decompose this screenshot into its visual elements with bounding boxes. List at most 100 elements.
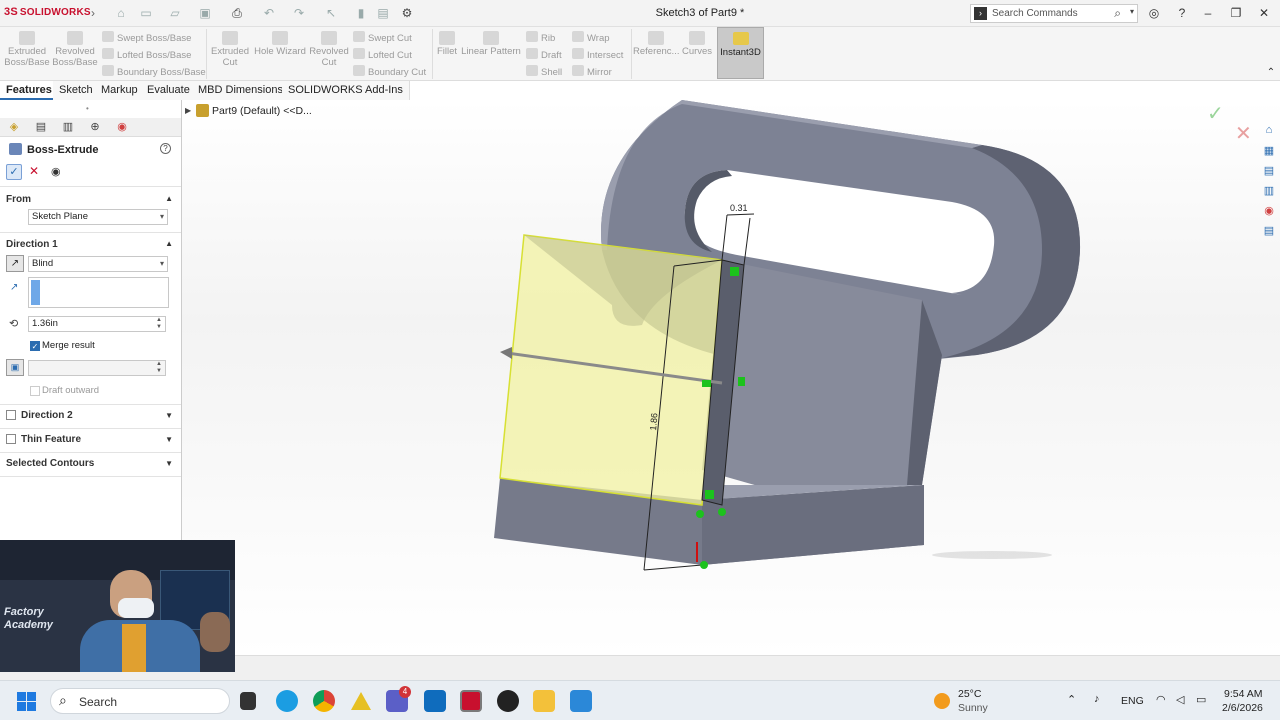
clock-date[interactable]: 2/6/2026: [1222, 702, 1263, 714]
draft-toggle-icon[interactable]: ▣: [6, 359, 24, 376]
expand-arrow-icon[interactable]: ▼: [165, 459, 173, 468]
tab-add-ins[interactable]: SOLIDWORKS Add-Ins: [282, 81, 410, 100]
spinner-icon[interactable]: ▲ ▼: [156, 317, 162, 331]
dimension-top-label[interactable]: 0.31: [730, 203, 748, 213]
task-view-icon[interactable]: [240, 692, 256, 710]
direction-selection-box[interactable]: [28, 277, 169, 308]
solidworks-taskbar-icon[interactable]: [460, 690, 482, 712]
volume-icon[interactable]: ◁: [1176, 693, 1184, 706]
reverse-direction-icon[interactable]: ↗: [6, 255, 24, 272]
direction2-checkbox[interactable]: [6, 410, 16, 420]
sketch-handle[interactable]: [738, 377, 745, 386]
boundary-cut-button[interactable]: Boundary Cut: [353, 65, 426, 78]
microphone-icon[interactable]: ♪: [1094, 693, 1100, 705]
shell-button[interactable]: Shell: [526, 65, 562, 78]
photos-icon[interactable]: [570, 690, 592, 712]
lofted-cut-button[interactable]: Lofted Cut: [353, 48, 412, 61]
chevron-down-icon[interactable]: ▾: [1130, 7, 1134, 16]
spinner-icon[interactable]: ▲ ▼: [156, 361, 162, 375]
home-icon[interactable]: ⌂: [112, 5, 130, 21]
wifi-icon[interactable]: ◠: [1156, 693, 1166, 706]
input-language[interactable]: ENG: [1121, 695, 1144, 707]
draft-button[interactable]: Draft: [526, 48, 562, 61]
undo-icon[interactable]: ↶: [260, 5, 278, 21]
display-manager-icon[interactable]: ◉: [113, 120, 131, 135]
tab-markup[interactable]: Markup: [95, 81, 145, 100]
expand-arrow-icon[interactable]: ▼: [165, 435, 173, 444]
boundary-boss-button[interactable]: Boundary Boss/Base: [102, 65, 206, 78]
taskbar-search-input[interactable]: ⌕ Search: [50, 688, 230, 714]
curves-button[interactable]: Curves: [680, 31, 714, 57]
revolved-cut-button[interactable]: Revolved Cut: [308, 31, 350, 68]
rib-button[interactable]: Rib: [526, 31, 555, 44]
save-icon[interactable]: ▣: [196, 5, 214, 21]
revolved-boss-button[interactable]: Revolved Boss/Base: [52, 31, 98, 68]
direction2-section-header[interactable]: Direction 2: [21, 410, 73, 421]
direction1-section-header[interactable]: Direction 1: [6, 239, 58, 250]
options-gear-icon[interactable]: ⚙: [398, 5, 416, 21]
user-account-icon[interactable]: ◎: [1144, 5, 1164, 21]
sketch-point[interactable]: [696, 510, 704, 518]
from-section-header[interactable]: From: [6, 194, 31, 205]
chevron-right-icon[interactable]: ›: [84, 5, 102, 21]
extruded-boss-button[interactable]: Extruded Boss/Base: [4, 31, 50, 68]
sketch-handle[interactable]: [730, 267, 739, 276]
draft-angle-input[interactable]: ▲ ▼: [28, 360, 166, 376]
collapse-ribbon-icon[interactable]: ⌃: [1262, 65, 1280, 81]
draft-outward-checkbox[interactable]: [30, 386, 40, 396]
print-icon[interactable]: ⎙: [228, 5, 246, 21]
close-button[interactable]: ✕: [1254, 5, 1274, 21]
tab-mbd-dimensions[interactable]: MBD Dimensions: [192, 81, 290, 100]
from-select[interactable]: Sketch Plane ▾: [28, 209, 168, 225]
select-icon[interactable]: ↖: [322, 5, 340, 21]
property-manager-icon[interactable]: ▤: [32, 120, 50, 135]
edge-browser-icon[interactable]: [276, 690, 298, 712]
depth-input[interactable]: 1.36in ▲ ▼: [28, 316, 166, 332]
ok-button[interactable]: ✓: [6, 164, 22, 180]
tab-evaluate[interactable]: Evaluate: [141, 81, 197, 100]
end-condition-select[interactable]: Blind ▾: [28, 256, 168, 272]
help-icon[interactable]: ?: [160, 143, 171, 154]
file-properties-icon[interactable]: ▤: [374, 5, 392, 21]
preview-eye-icon[interactable]: ◉: [51, 165, 61, 178]
collapse-arrow-icon[interactable]: ▲: [165, 239, 173, 248]
cancel-button[interactable]: ✕: [29, 164, 39, 178]
solidworks-logo[interactable]: 3S SOLIDWORKS: [4, 6, 91, 18]
app-dark-icon[interactable]: [497, 690, 519, 712]
minimize-button[interactable]: –: [1198, 5, 1218, 21]
battery-icon[interactable]: ▭: [1196, 693, 1206, 706]
tab-sketch[interactable]: Sketch: [53, 81, 100, 100]
configuration-manager-icon[interactable]: ▥: [59, 120, 77, 135]
restore-button[interactable]: ❐: [1226, 5, 1246, 21]
chrome-icon[interactable]: [313, 690, 335, 712]
file-explorer-icon[interactable]: [533, 690, 555, 712]
outlook-icon[interactable]: [424, 690, 446, 712]
sketch-handle[interactable]: [702, 380, 711, 387]
instant3d-button[interactable]: Instant3D: [717, 27, 764, 79]
rebuild-icon[interactable]: ▮: [352, 5, 370, 21]
new-document-icon[interactable]: ▭: [137, 5, 155, 21]
swept-cut-button[interactable]: Swept Cut: [353, 31, 412, 44]
weather-sun-icon[interactable]: [934, 693, 950, 709]
help-icon[interactable]: ?: [1172, 5, 1192, 21]
linear-pattern-button[interactable]: Linear Pattern: [460, 31, 522, 57]
arrow-head[interactable]: [500, 347, 512, 359]
feature-manager-icon[interactable]: ◈: [5, 120, 23, 135]
hole-wizard-button[interactable]: Hole Wizard: [252, 31, 308, 57]
origin-point[interactable]: [700, 561, 708, 569]
swept-boss-button[interactable]: Swept Boss/Base: [102, 31, 191, 44]
expand-arrow-icon[interactable]: ▼: [165, 411, 173, 420]
intersect-button[interactable]: Intersect: [572, 48, 623, 61]
extruded-cut-button[interactable]: Extruded Cut: [208, 31, 252, 68]
wrap-button[interactable]: Wrap: [572, 31, 610, 44]
search-commands-input[interactable]: › Search Commands ⌕ ▾: [970, 4, 1138, 23]
redo-icon[interactable]: ↷: [290, 5, 308, 21]
collapse-arrow-icon[interactable]: ▲: [165, 194, 173, 203]
graphics-area[interactable]: ▶ Part9 (Default) <<D... ⌕ ⌕ ↶ ◧ ▣ ◫ ◆ ●…: [182, 100, 1280, 655]
fillet-button[interactable]: Fillet: [434, 31, 460, 57]
windows-start-icon[interactable]: [17, 692, 37, 712]
dimension-side-label[interactable]: 1.86: [648, 413, 659, 431]
dimxpert-icon[interactable]: ⊕: [86, 120, 104, 135]
merge-result-checkbox[interactable]: ✓: [30, 341, 40, 351]
sketch-handle[interactable]: [705, 490, 714, 499]
